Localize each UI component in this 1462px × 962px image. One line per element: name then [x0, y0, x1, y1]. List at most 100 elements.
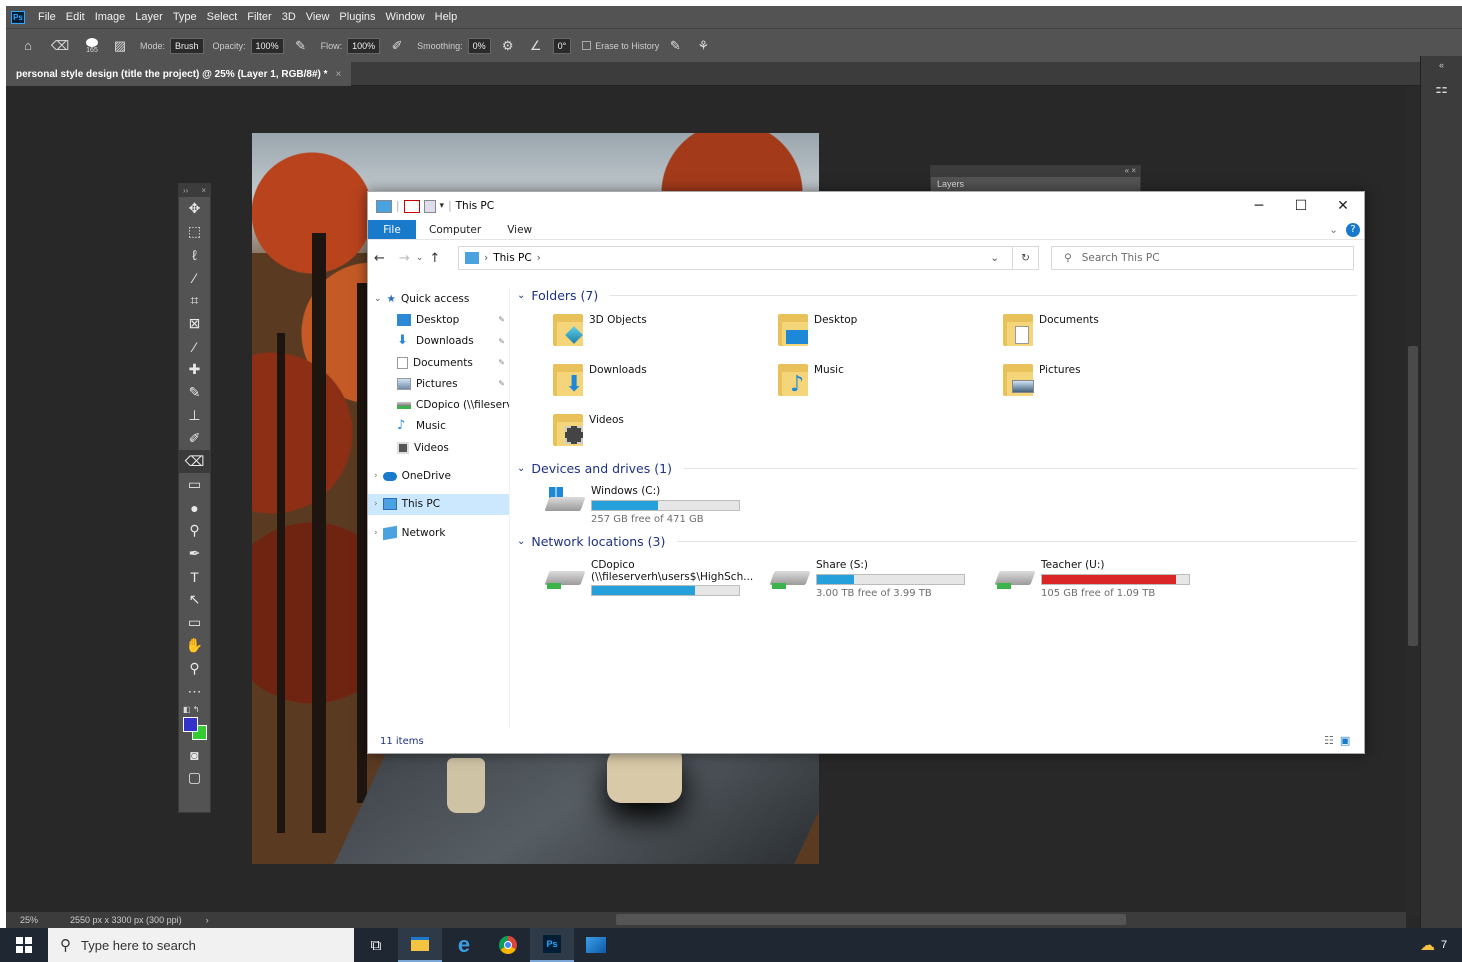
erase-history-checkbox[interactable]: [582, 41, 592, 50]
menu-help[interactable]: Help: [430, 11, 463, 23]
nav-item-documents[interactable]: Documents ✎: [368, 352, 509, 373]
up-arrow-icon[interactable]: ↑: [429, 251, 440, 266]
layers-tab[interactable]: Layers: [931, 177, 1140, 191]
pressure-opacity-icon[interactable]: ✎: [293, 38, 309, 54]
smoothing-input[interactable]: 0%: [467, 37, 491, 54]
file-explorer-taskbar-icon[interactable]: [398, 928, 442, 962]
layers-panel-header[interactable]: « ×: [931, 166, 1140, 177]
ribbon-tab-computer[interactable]: Computer: [416, 220, 494, 239]
close-icon[interactable]: ×: [336, 69, 342, 80]
menu-edit[interactable]: Edit: [61, 11, 90, 23]
large-icons-view-icon[interactable]: ▣: [1340, 734, 1350, 747]
hand-tool-icon[interactable]: ✋: [179, 634, 210, 657]
drive-windows-c[interactable]: Windows (C:) 257 GB free of 471 GB: [544, 485, 740, 525]
chevron-right-icon[interactable]: ›: [374, 471, 378, 481]
eraser-preset-icon[interactable]: ⌫: [51, 38, 69, 54]
folders-group-header[interactable]: ⌄ Folders (7): [517, 288, 1357, 303]
folder-downloads[interactable]: ⬇ Downloads: [553, 360, 647, 398]
document-tab[interactable]: personal style design (title the project…: [6, 62, 352, 86]
network-group-header[interactable]: ⌄ Network locations (3): [517, 534, 1357, 549]
refresh-icon[interactable]: ↻: [1012, 247, 1038, 269]
minimize-button[interactable]: ─: [1238, 192, 1280, 220]
start-button[interactable]: [0, 928, 48, 962]
folder-videos[interactable]: Videos: [553, 410, 624, 448]
mode-select[interactable]: Brush: [170, 37, 204, 54]
pin-icon[interactable]: ✎: [498, 315, 505, 324]
nav-item-cdopico[interactable]: CDopico (\\fileserve: [368, 394, 509, 415]
pressure-size-icon[interactable]: ✎: [667, 38, 683, 54]
menu-type[interactable]: Type: [168, 11, 202, 23]
dodge-tool-icon[interactable]: ⚲: [179, 519, 210, 542]
menu-window[interactable]: Window: [381, 11, 430, 23]
taskbar-search[interactable]: ⚲ Type here to search: [48, 928, 354, 962]
menu-layer[interactable]: Layer: [130, 11, 168, 23]
nav-item-music[interactable]: ♪ Music: [368, 416, 509, 437]
folder-3d-objects[interactable]: 3D Objects: [553, 310, 647, 348]
pin-icon[interactable]: ✎: [498, 358, 505, 367]
new-folder-icon[interactable]: [423, 199, 436, 213]
menu-3d[interactable]: 3D: [277, 11, 301, 23]
crop-tool-icon[interactable]: ⌗: [179, 289, 210, 312]
brush-tool-icon[interactable]: ✎: [179, 381, 210, 404]
brush-settings-icon[interactable]: ▨: [112, 38, 128, 54]
network-drive-share-s[interactable]: Share (S:) 3.00 TB free of 3.99 TB: [769, 559, 965, 599]
collapse-panel-icon[interactable]: «: [1421, 60, 1462, 70]
marquee-tool-icon[interactable]: ⬚: [179, 220, 210, 243]
menu-view[interactable]: View: [301, 11, 335, 23]
gear-icon[interactable]: ⚙: [500, 38, 516, 54]
task-view-icon[interactable]: ⧉: [354, 928, 398, 962]
forward-arrow-icon[interactable]: →: [399, 251, 410, 266]
search-input[interactable]: Search This PC: [1082, 252, 1160, 264]
eraser-tool-icon[interactable]: ⌫: [179, 450, 210, 473]
flow-input[interactable]: 100%: [347, 37, 381, 54]
help-icon[interactable]: ?: [1346, 222, 1360, 237]
healing-brush-tool-icon[interactable]: ✚: [179, 358, 210, 381]
photoshop-taskbar-icon[interactable]: Ps: [530, 928, 574, 962]
quick-mask-icon[interactable]: ◙: [179, 743, 210, 766]
home-icon[interactable]: ⌂: [20, 38, 36, 54]
more-tools-icon[interactable]: ⋯: [179, 680, 210, 703]
customize-toolbar-icon[interactable]: ▾: [440, 201, 445, 211]
properties-icon[interactable]: [403, 199, 420, 213]
menu-file[interactable]: File: [33, 11, 61, 23]
network-drive-teacher-u[interactable]: Teacher (U:) 105 GB free of 1.09 TB: [994, 559, 1190, 599]
expand-ribbon-icon[interactable]: ⌄: [1329, 224, 1338, 236]
scroll-thumb[interactable]: [1408, 346, 1418, 646]
move-tool-icon[interactable]: ✥: [179, 197, 210, 220]
edge-icon[interactable]: e: [442, 928, 486, 962]
lasso-tool-icon[interactable]: ℓ: [179, 243, 210, 266]
rectangle-tool-icon[interactable]: ▭: [179, 611, 210, 634]
type-tool-icon[interactable]: T: [179, 565, 210, 588]
recent-locations-icon[interactable]: ⌄: [416, 253, 424, 263]
chevron-right-icon[interactable]: ›: [374, 499, 378, 509]
menu-image[interactable]: Image: [90, 11, 131, 23]
chevron-down-icon[interactable]: ⌄: [517, 463, 525, 474]
folder-documents[interactable]: Documents: [1003, 310, 1099, 348]
toolbar-header[interactable]: ›› ×: [179, 184, 210, 197]
default-colors-icon[interactable]: ◧ ↰: [183, 705, 199, 714]
foreground-color-swatch[interactable]: [183, 717, 198, 732]
back-arrow-icon[interactable]: ←: [374, 251, 385, 266]
screen-mode-icon[interactable]: ▢: [179, 766, 210, 789]
nav-quick-access[interactable]: ⌄ ★ Quick access: [368, 288, 509, 309]
address-bar[interactable]: › This PC › ⌄ ↻: [458, 246, 1039, 270]
brush-size-picker[interactable]: 165: [84, 37, 100, 54]
vertical-scrollbar[interactable]: [1406, 86, 1420, 916]
menu-plugins[interactable]: Plugins: [334, 11, 380, 23]
magic-wand-tool-icon[interactable]: ⁄: [179, 266, 210, 289]
nav-network[interactable]: › Network: [368, 522, 509, 543]
status-arrow-icon[interactable]: ›: [206, 915, 209, 925]
horizontal-scrollbar[interactable]: [616, 914, 1126, 925]
devices-group-header[interactable]: ⌄ Devices and drives (1): [517, 461, 1357, 476]
menu-select[interactable]: Select: [202, 11, 243, 23]
maximize-button[interactable]: ☐: [1280, 192, 1322, 220]
folder-music[interactable]: ♪ Music: [778, 360, 844, 398]
details-view-icon[interactable]: ☷: [1324, 734, 1334, 747]
breadcrumb-this-pc[interactable]: This PC: [493, 252, 531, 264]
ribbon-tab-file[interactable]: File: [368, 220, 416, 239]
breadcrumb-separator-icon[interactable]: ›: [484, 252, 488, 264]
pin-icon[interactable]: ✎: [498, 337, 505, 346]
nav-item-downloads[interactable]: ⬇ Downloads ✎: [368, 331, 509, 352]
address-dropdown-icon[interactable]: ⌄: [990, 252, 1007, 264]
search-box[interactable]: ⚲ Search This PC: [1051, 246, 1354, 270]
